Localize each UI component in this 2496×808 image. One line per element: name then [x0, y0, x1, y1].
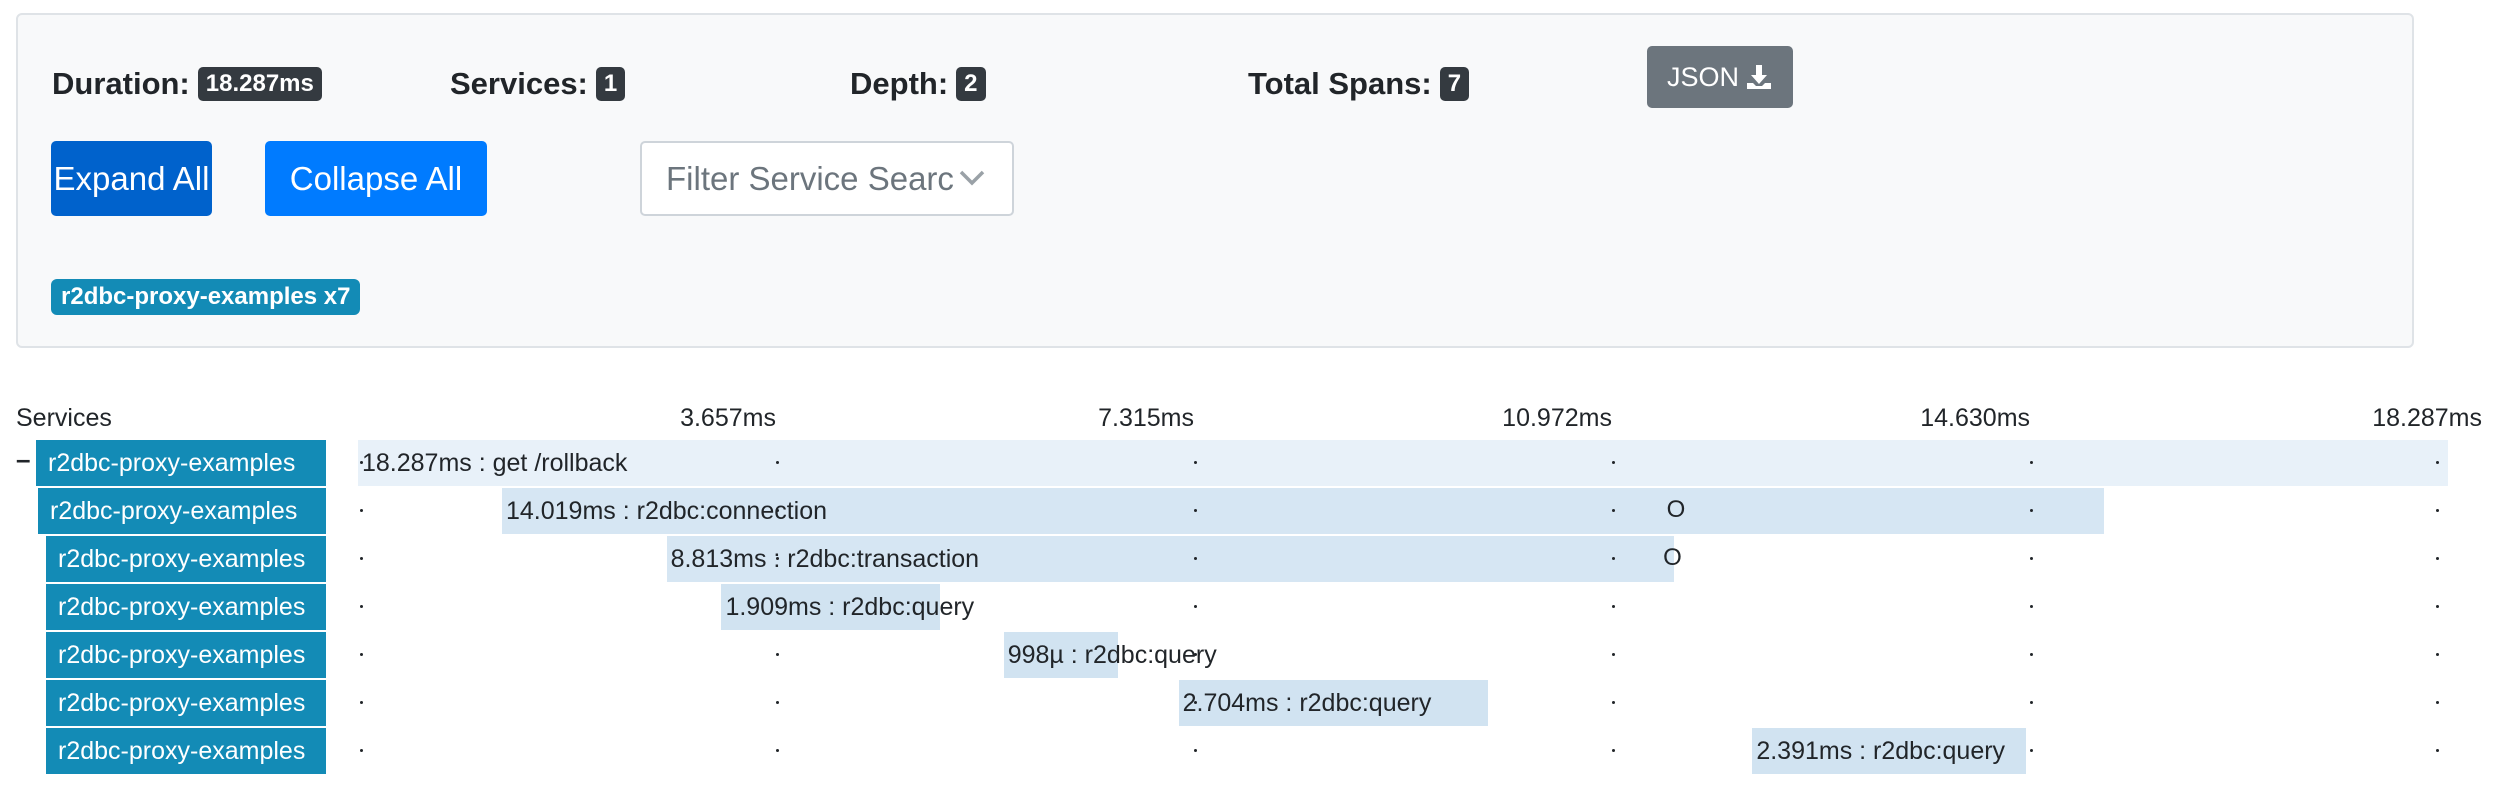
span-track: 2.704ms : r2dbc:query: [358, 680, 2448, 726]
service-filter-placeholder: Filter Service Searc: [666, 159, 954, 197]
span-label: 2.391ms : r2dbc:query: [1756, 737, 2006, 765]
span-row[interactable]: r2dbc-proxy-examples 1.909ms : r2dbc:quer…: [0, 584, 2496, 630]
span-label: 2.704ms : r2dbc:query: [1182, 689, 1432, 717]
service-filter-tag[interactable]: r2dbc-proxy-examples x7: [51, 279, 361, 315]
tick-label: 18.287ms: [2372, 404, 2482, 432]
span-label: 18.287ms : get /rollback: [362, 449, 628, 477]
tick-dot: [1194, 605, 1198, 608]
tick-dot: [1611, 509, 1615, 512]
collapse-all-button[interactable]: Collapse All: [265, 141, 487, 216]
tick-dot: [2030, 557, 2034, 560]
tick-dot: [2436, 509, 2439, 512]
depth-badge: 2: [956, 67, 986, 101]
span-service-name[interactable]: r2dbc-proxy-examples: [36, 440, 326, 486]
tick-dot: [1194, 461, 1198, 464]
span-row[interactable]: r2dbc-proxy-examples 8.813ms : r2dbc:tran…: [0, 536, 2496, 582]
tick-dot: [775, 653, 779, 656]
span-row[interactable]: r2dbc-proxy-examples 2.704ms : r2dbc:quer…: [0, 680, 2496, 726]
tick-dot: [775, 701, 779, 704]
tick-dot: [2030, 653, 2034, 656]
span-bar[interactable]: [358, 440, 2448, 486]
span-service-name[interactable]: r2dbc-proxy-examples: [46, 632, 326, 678]
depth-stat: Depth: 2: [850, 66, 986, 102]
annotation-marker[interactable]: O: [1667, 496, 1686, 524]
tick-dot: [360, 701, 363, 704]
span-track: 998µ : r2dbc:query: [358, 632, 2448, 678]
json-download-button[interactable]: JSON: [1647, 46, 1793, 108]
tick-dot: [2030, 605, 2034, 608]
span-service-name[interactable]: r2dbc-proxy-examples: [46, 680, 326, 726]
tick-dot: [1194, 749, 1198, 752]
tick-dot: [1194, 557, 1198, 560]
tick-dot: [360, 749, 363, 752]
tick-dot: [2436, 701, 2439, 704]
trace-summary-panel: Duration: 18.287ms Services: 1 Depth: 2 …: [16, 13, 2414, 348]
tick-label: 10.972ms: [1502, 404, 1612, 432]
span-label: 1.909ms : r2dbc:query: [725, 593, 975, 621]
tick-dot: [1611, 557, 1615, 560]
tick-dot: [2030, 701, 2034, 704]
tick-dot: [1611, 461, 1615, 464]
tick-label: 7.315ms: [1098, 404, 1195, 432]
tick-dot: [2436, 605, 2439, 608]
span-label: 14.019ms : r2dbc:connection: [506, 497, 828, 525]
span-service-name[interactable]: r2dbc-proxy-examples: [38, 488, 326, 534]
span-track: 1.909ms : r2dbc:query: [358, 584, 2448, 630]
duration-badge: 18.287ms: [197, 67, 322, 101]
service-filter-select[interactable]: Filter Service Searc: [640, 141, 1014, 216]
services-stat: Services: 1: [450, 66, 626, 102]
services-column-header: Services: [16, 404, 112, 432]
depth-label: Depth:: [850, 66, 949, 101]
tick-dot: [1194, 509, 1198, 512]
span-row[interactable]: r2dbc-proxy-examples 14.019ms : r2dbc:con…: [0, 488, 2496, 534]
tick-dot: [775, 749, 779, 752]
tick-dot: [2436, 557, 2439, 560]
total-spans-label: Total Spans:: [1248, 66, 1432, 101]
tick-label: 3.657ms: [680, 404, 776, 432]
span-service-name[interactable]: r2dbc-proxy-examples: [46, 584, 326, 630]
tick-label: 14.630ms: [1920, 404, 2031, 432]
span-track: 8.813ms : r2dbc:transaction O: [358, 536, 2448, 582]
json-button-label: JSON: [1666, 61, 1739, 92]
annotation-marker[interactable]: O: [1663, 544, 1682, 572]
services-badge: 1: [595, 67, 626, 101]
span-row[interactable]: r2dbc-proxy-examples 2.391ms : r2dbc:quer…: [0, 728, 2496, 774]
services-label: Services:: [450, 66, 588, 101]
tick-dot: [2030, 749, 2034, 752]
trace-view: Duration: 18.287ms Services: 1 Depth: 2 …: [0, 0, 2496, 808]
download-icon: [1747, 65, 1771, 89]
span-track: 18.287ms : get /rollback: [358, 440, 2448, 486]
tick-dot: [360, 653, 363, 656]
span-label: 998µ : r2dbc:query: [1007, 641, 1217, 669]
duration-stat: Duration: 18.287ms: [52, 66, 322, 102]
tick-dot: [1611, 749, 1615, 752]
total-spans-stat: Total Spans: 7: [1248, 66, 1470, 102]
span-service-name[interactable]: r2dbc-proxy-examples: [46, 728, 326, 774]
span-service-name[interactable]: r2dbc-proxy-examples: [46, 536, 326, 582]
span-row[interactable]: – r2dbc-proxy-examples 18.287ms : get /rol…: [0, 440, 2496, 486]
tick-dot: [2436, 653, 2439, 656]
span-track: 14.019ms : r2dbc:connection O: [358, 488, 2448, 534]
tick-dot: [1611, 701, 1615, 704]
collapse-toggle[interactable]: –: [16, 444, 30, 475]
duration-label: Duration:: [52, 66, 190, 101]
span-row[interactable]: r2dbc-proxy-examples 998µ : r2dbc:query: [0, 632, 2496, 678]
tick-dot: [2436, 749, 2439, 752]
tick-dot: [1611, 605, 1615, 608]
expand-all-button[interactable]: Expand All: [51, 141, 212, 216]
total-spans-badge: 7: [1439, 67, 1470, 101]
tick-dot: [2436, 461, 2439, 464]
span-label: 8.813ms : r2dbc:transaction: [670, 545, 980, 573]
chevron-down-icon: [959, 170, 985, 186]
span-track: 2.391ms : r2dbc:query: [358, 728, 2448, 774]
tick-dot: [360, 557, 363, 560]
tick-dot: [1611, 653, 1615, 656]
tick-dot: [775, 461, 779, 464]
tick-dot: [360, 605, 363, 608]
tick-dot: [360, 509, 363, 512]
